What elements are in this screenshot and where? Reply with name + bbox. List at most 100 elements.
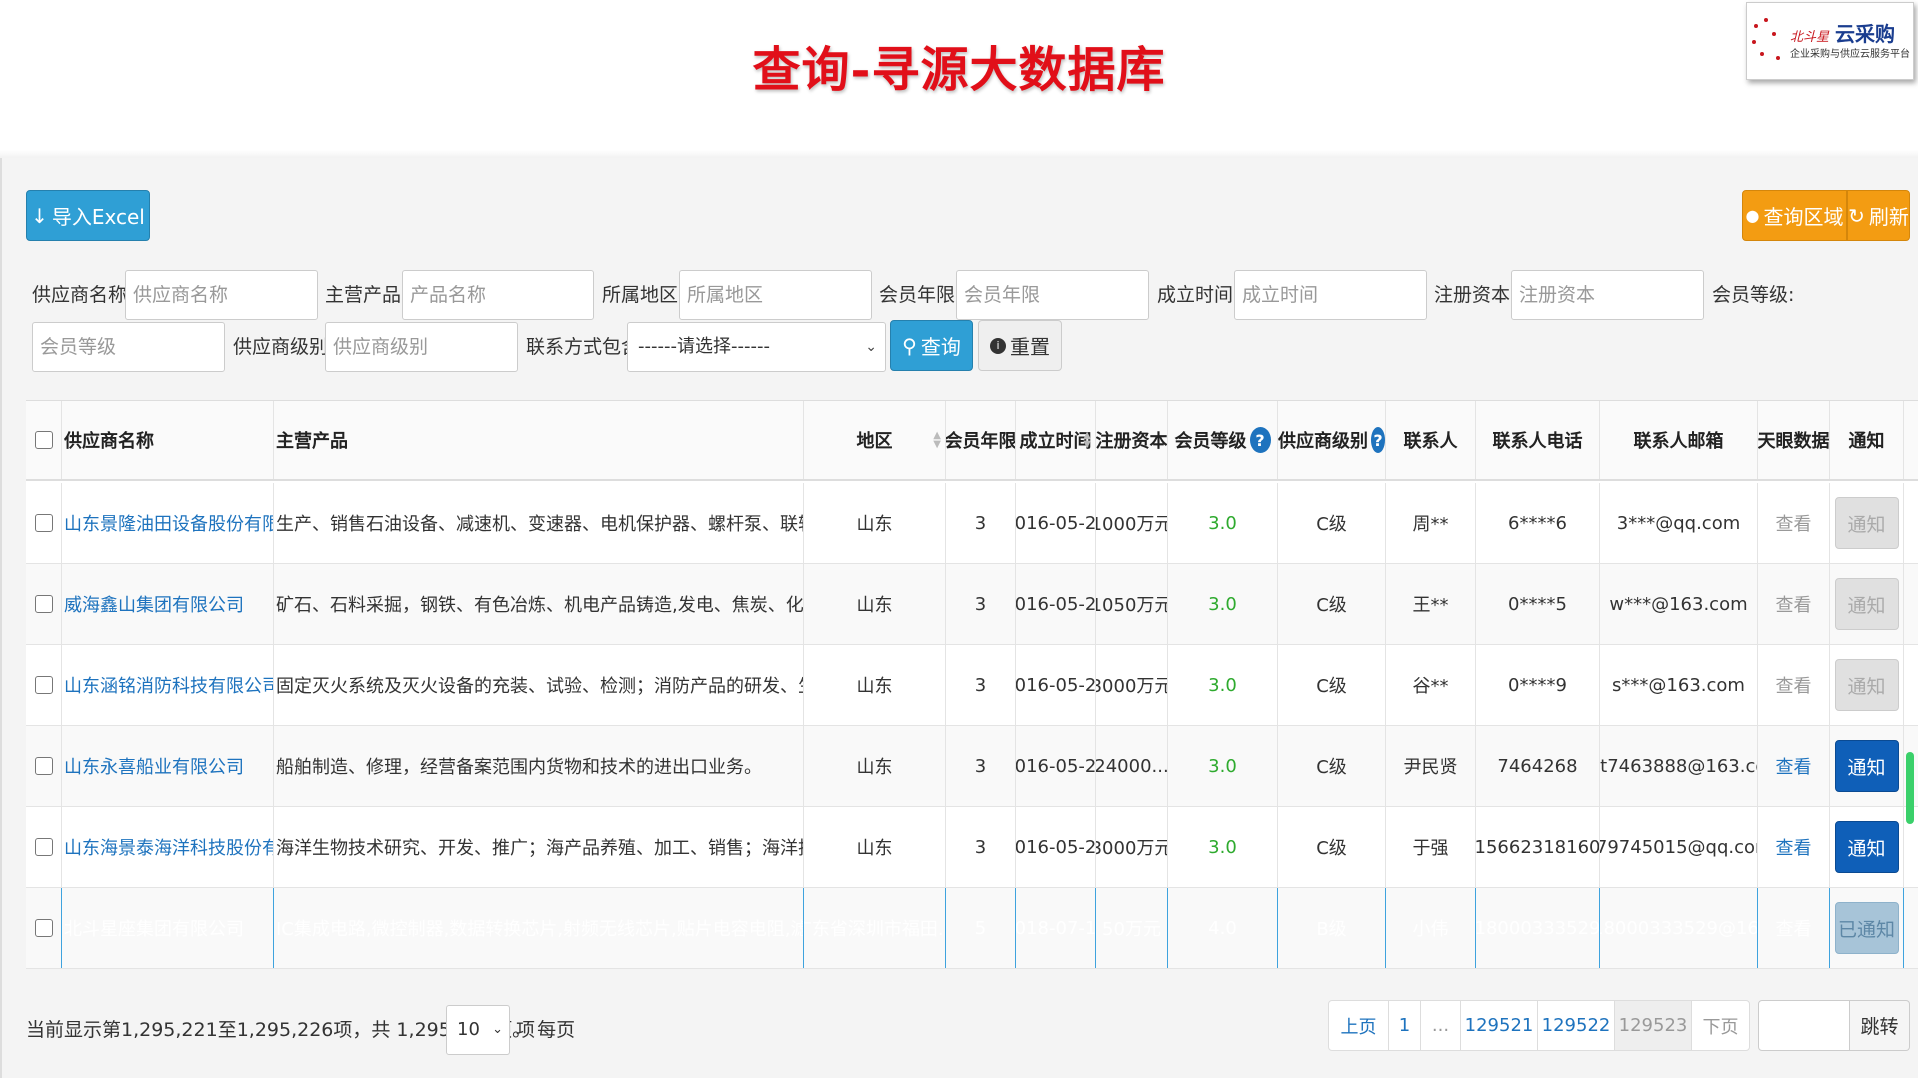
capital-input[interactable]: 注册资本 <box>1511 270 1704 320</box>
row-checkbox-cell[interactable] <box>26 888 62 968</box>
cell-region: 山东 <box>804 645 946 725</box>
main-product-label: 主营产品: <box>325 284 408 306</box>
header-supplier-level[interactable]: 供应商级别? <box>1278 401 1386 479</box>
cell-email: s***@163.com <box>1600 645 1758 725</box>
scrollbar-thumb[interactable] <box>1906 752 1914 824</box>
cell-notify: 通知 <box>1830 564 1904 644</box>
per-page-select[interactable]: 10 ⌄ <box>446 1005 510 1055</box>
row-checkbox-cell[interactable] <box>26 645 62 725</box>
jump-page-input[interactable] <box>1758 1000 1850 1051</box>
cell-years: 3 <box>946 726 1016 806</box>
cell-supplier-name[interactable]: 山东涵铭消防科技有限公司 <box>62 645 274 725</box>
chevron-down-icon: ⌄ <box>492 1022 503 1037</box>
cell-notify: 已通知 <box>1830 888 1904 968</box>
table-row[interactable]: 山东永喜船业有限公司 船舶制造、修理，经营备案范围内货物和技术的进出口业务。 山东 3… <box>26 726 1918 807</box>
query-region-button[interactable]: ● 查询区域 <box>1742 190 1847 241</box>
cell-tianyan[interactable]: 查看 <box>1758 645 1830 725</box>
table-row[interactable]: 威海鑫山集团有限公司 矿石、石料采掘，钢铁、有色冶炼、机电产品铸造,发电、焦炭、化… <box>26 564 1918 645</box>
table-header-row: 供应商名称 主营产品 地区 ▲ ▼ 会员年限 成立时间 ▲ ▼ 注册资本 会员等级? 供… <box>26 401 1918 481</box>
notify-button[interactable]: 通知 <box>1834 821 1899 873</box>
select-all-checkbox[interactable] <box>34 431 53 449</box>
supplier-name-input[interactable]: 供应商名称 <box>125 270 318 320</box>
header-years[interactable]: 会员年限 <box>946 401 1016 479</box>
notify-button[interactable]: 通知 <box>1834 659 1899 711</box>
cell-email: a18000333529@16... <box>1600 888 1758 968</box>
notify-button[interactable]: 通知 <box>1834 497 1899 549</box>
cell-notify: 通知 <box>1830 726 1904 806</box>
row-checkbox-cell[interactable] <box>26 483 62 563</box>
header-name[interactable]: 供应商名称 <box>62 401 274 479</box>
contact-method-select[interactable]: ------请选择------ ⌄ <box>627 322 886 372</box>
cell-supplier-name[interactable]: 山东海景泰海洋科技股份有限... <box>62 807 274 887</box>
cell-tianyan[interactable]: 查看 <box>1758 888 1830 968</box>
cell-region: 山东 <box>804 726 946 806</box>
cell-tianyan[interactable]: 查看 <box>1758 726 1830 806</box>
page-link[interactable]: 129522 <box>1538 1001 1615 1050</box>
page-prev[interactable]: 上页 <box>1329 1001 1389 1050</box>
cell-contact: 谷** <box>1386 645 1476 725</box>
member-years-input[interactable]: 会员年限 <box>956 270 1149 320</box>
cell-supplier-level: C级 <box>1278 726 1386 806</box>
cell-member-level: 4.0 <box>1168 888 1278 968</box>
jump-button[interactable]: 跳转 <box>1850 1000 1910 1051</box>
reset-button[interactable]: i 重置 <box>978 320 1062 371</box>
notify-button[interactable]: 通知 <box>1834 578 1899 630</box>
row-checkbox[interactable] <box>34 757 53 775</box>
search-button[interactable]: ⚲ 查询 <box>890 320 973 371</box>
header-contact[interactable]: 联系人 <box>1386 401 1476 479</box>
header-checkbox-cell[interactable] <box>26 401 62 479</box>
cell-supplier-name[interactable]: 威海鑫山集团有限公司 <box>62 564 274 644</box>
cell-tianyan[interactable]: 查看 <box>1758 564 1830 644</box>
refresh-button[interactable]: ↻ 刷新 <box>1847 190 1910 241</box>
region-input[interactable]: 所属地区 <box>679 270 872 320</box>
cell-region: 山东 <box>804 807 946 887</box>
cell-tianyan[interactable]: 查看 <box>1758 483 1830 563</box>
header-product[interactable]: 主营产品 <box>274 401 804 479</box>
header-founded[interactable]: 成立时间 ▲ ▼ <box>1016 401 1096 479</box>
cell-product: 固定灭火系统及灭火设备的充装、试验、检测；消防产品的研发、生产、制... <box>274 645 804 725</box>
header-capital[interactable]: 注册资本 <box>1096 401 1168 479</box>
header-region[interactable]: 地区 ▲ ▼ <box>804 401 946 479</box>
header-member-level[interactable]: 会员等级? <box>1168 401 1278 479</box>
cell-product: IC集成电路,微控制器,数据转换芯片,射频无线芯片,贴片电容电阻,滤波器 振..… <box>274 888 804 968</box>
help-icon[interactable]: ? <box>1249 427 1271 453</box>
main-product-input[interactable]: 产品名称 <box>402 270 594 320</box>
notified-button[interactable]: 已通知 <box>1834 902 1899 954</box>
cell-contact: 尹民贤 <box>1386 726 1476 806</box>
member-level-input[interactable]: 会员等级 <box>32 322 225 372</box>
page-next[interactable]: 下页 <box>1692 1001 1749 1050</box>
header-notify[interactable]: 通知 <box>1830 401 1904 479</box>
table-row[interactable]: 山东涵铭消防科技有限公司 固定灭火系统及灭火设备的充装、试验、检测；消防产品的研发… <box>26 645 1918 726</box>
row-checkbox[interactable] <box>34 838 53 856</box>
logo-cn-text: 北斗星 <box>1790 29 1830 45</box>
cell-supplier-name[interactable]: 北斗星座集团有限公司 <box>62 888 274 968</box>
page-ellipsis: ... <box>1421 1001 1461 1050</box>
import-excel-button[interactable]: ↓ 导入Excel <box>26 190 150 241</box>
help-icon[interactable]: ? <box>1371 427 1385 453</box>
supplier-level-input[interactable]: 供应商级别 <box>325 322 518 372</box>
cell-supplier-name[interactable]: 山东景隆油田设备股份有限公司 <box>62 483 274 563</box>
header-email[interactable]: 联系人邮箱 <box>1600 401 1758 479</box>
table-row[interactable]: 山东景隆油田设备股份有限公司生产、销售石油设备、减速机、变速器、电机保护器、螺杆… <box>26 483 1918 564</box>
row-checkbox[interactable] <box>34 676 53 694</box>
table-row[interactable]: 北斗星座集团有限公司 IC集成电路,微控制器,数据转换芯片,射频无线芯片,贴片电容… <box>26 888 1918 969</box>
cell-notify: 通知 <box>1830 807 1904 887</box>
page-link-first[interactable]: 1 <box>1389 1001 1421 1050</box>
row-checkbox[interactable] <box>34 919 53 937</box>
founded-input[interactable]: 成立时间 <box>1234 270 1427 320</box>
row-checkbox-cell[interactable] <box>26 726 62 806</box>
cell-product: 船舶制造、修理，经营备案范围内货物和技术的进出口业务。 <box>274 726 804 806</box>
row-checkbox-cell[interactable] <box>26 564 62 644</box>
table-row[interactable]: 山东海景泰海洋科技股份有限...海洋生物技术研究、开发、推广；海产品养殖、加工、… <box>26 807 1918 888</box>
header-phone[interactable]: 联系人电话 <box>1476 401 1600 479</box>
row-checkbox[interactable] <box>34 514 53 532</box>
logo-dots-icon <box>1750 16 1784 66</box>
row-checkbox-cell[interactable] <box>26 807 62 887</box>
notify-button[interactable]: 通知 <box>1834 740 1899 792</box>
search-icon: ⚲ <box>902 333 917 358</box>
cell-supplier-name[interactable]: 山东永喜船业有限公司 <box>62 726 274 806</box>
page-link[interactable]: 129521 <box>1461 1001 1538 1050</box>
row-checkbox[interactable] <box>34 595 53 613</box>
cell-tianyan[interactable]: 查看 <box>1758 807 1830 887</box>
header-tianyan[interactable]: 天眼数据 <box>1758 401 1830 479</box>
